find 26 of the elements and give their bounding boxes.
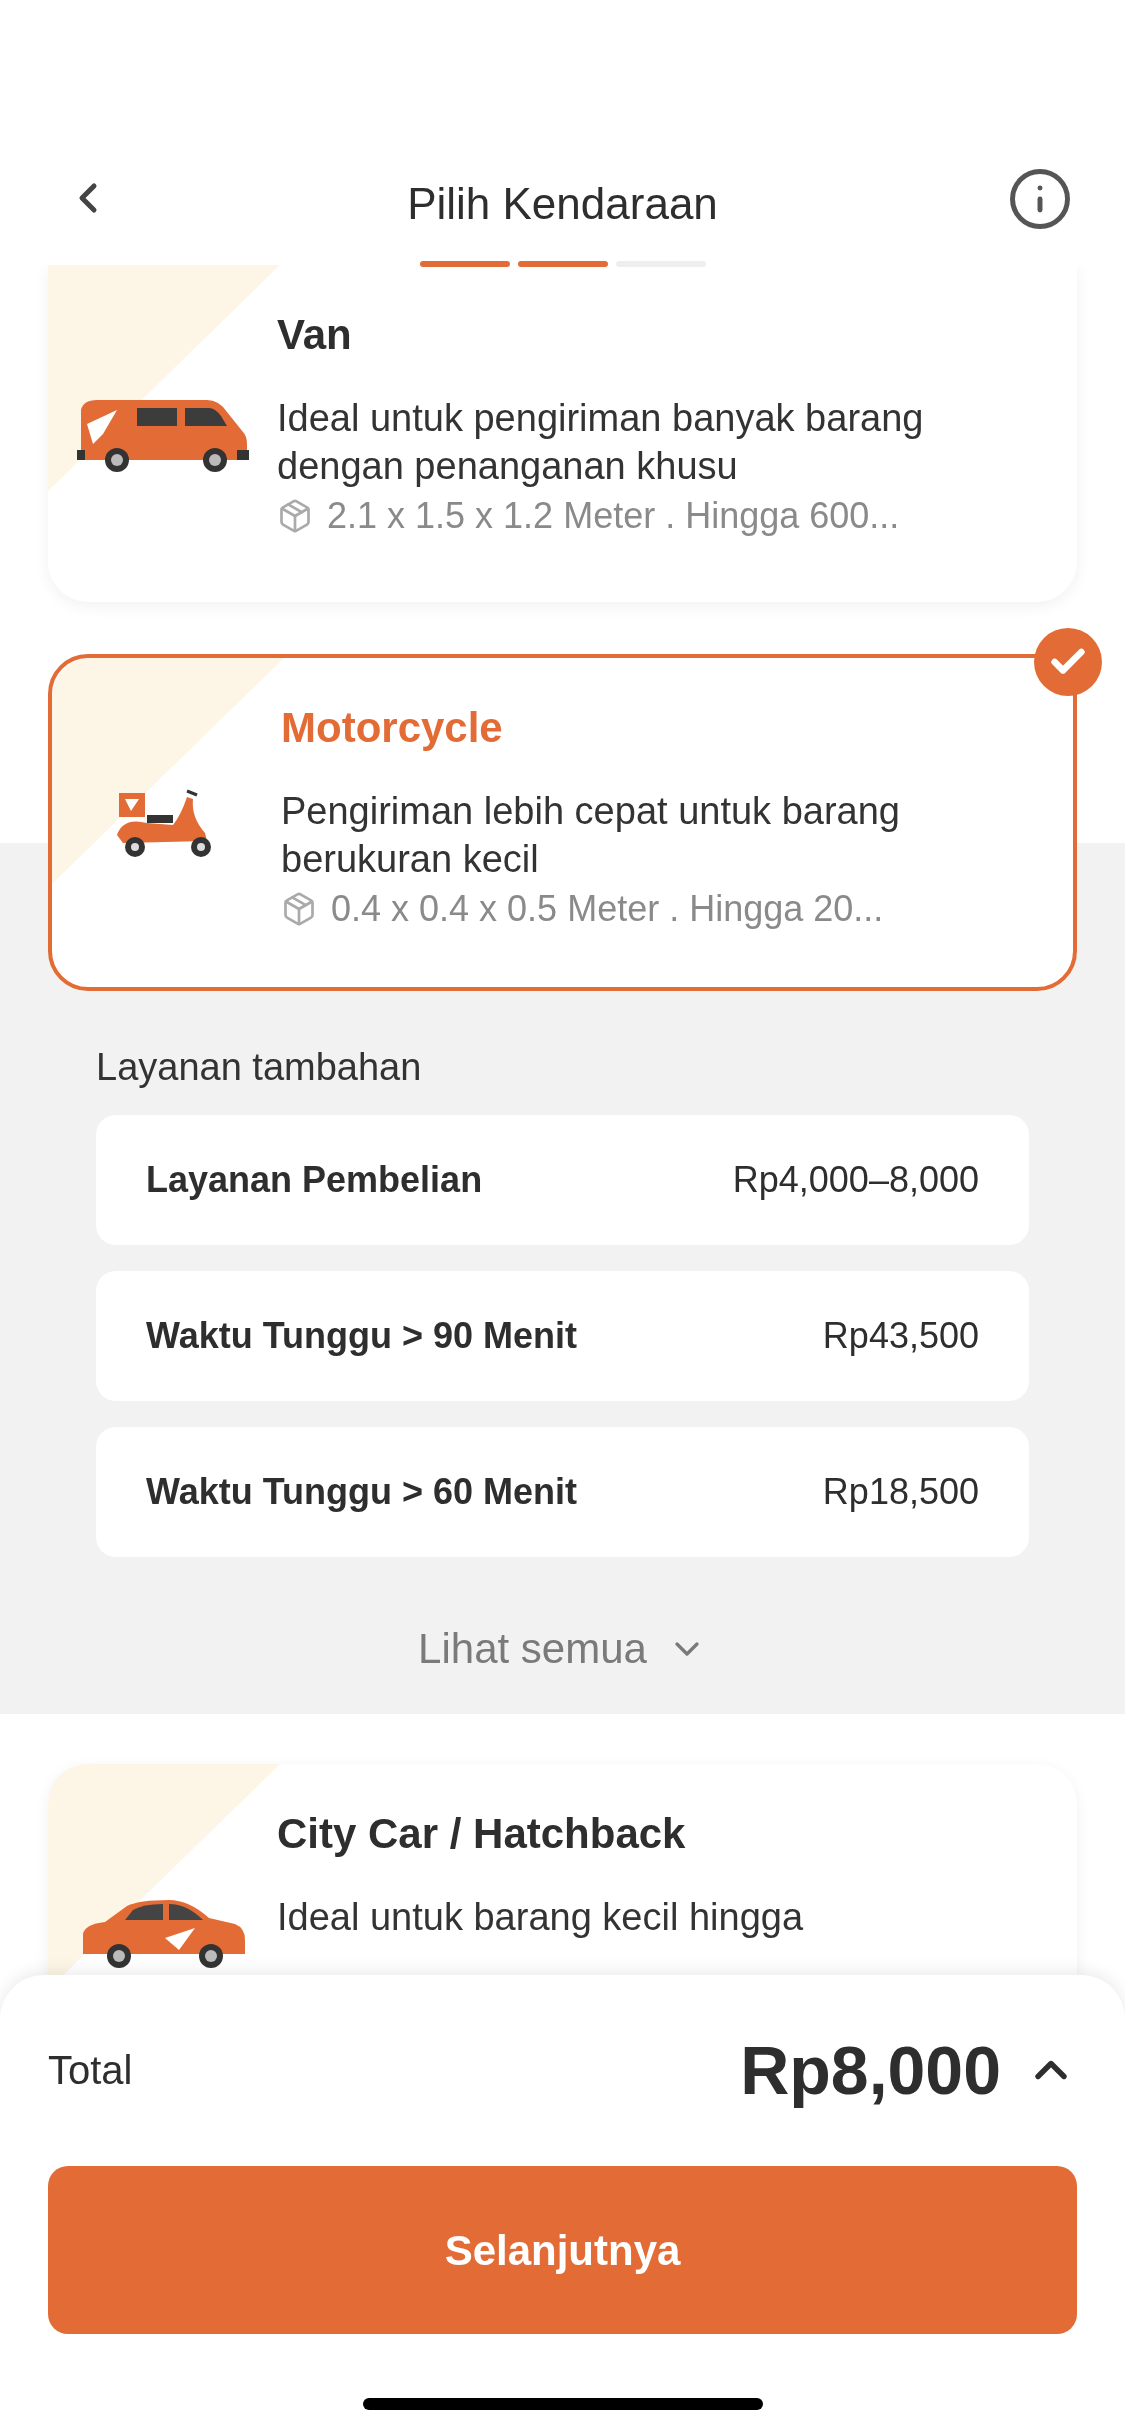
vehicle-description: Ideal untuk barang kecil hingga bbox=[277, 1895, 805, 1940]
addon-price: Rp4,000–8,000 bbox=[732, 1158, 979, 1202]
vehicle-description: Pengiriman lebih cepat untuk barang berukuran kecil bbox=[281, 789, 901, 882]
box-icon bbox=[281, 891, 317, 927]
see-all-link[interactable]: Lihat semua bbox=[418, 1623, 707, 1675]
addon-row[interactable]: Layanan Pembelian Rp4,000–8,000 bbox=[96, 1115, 1029, 1245]
vehicle-name: Motorcycle bbox=[281, 703, 504, 753]
info-icon bbox=[1007, 166, 1073, 232]
box-icon bbox=[277, 498, 313, 534]
vehicle-specs: 0.4 x 0.4 x 0.5 Meter . Hingga 20... bbox=[331, 887, 884, 931]
vehicle-description: Ideal untuk pengiriman banyak barang dengan penanganan khusu bbox=[277, 396, 925, 489]
addon-name: Waktu Tunggu > 60 Menit bbox=[146, 1470, 577, 1514]
section-title: Layanan tambahan bbox=[96, 1045, 423, 1090]
addon-name: Layanan Pembelian bbox=[146, 1158, 483, 1202]
addon-row[interactable]: Waktu Tunggu > 60 Menit Rp18,500 bbox=[96, 1427, 1029, 1557]
vehicle-card[interactable]: Motorcycle Pengiriman lebih cepat untuk barang berukuran kecil 0.4 x 0.4 x 0.5 Meter . Hingga 20... bbox=[48, 654, 1077, 991]
addon-row[interactable]: Waktu Tunggu > 90 Menit Rp43,500 bbox=[96, 1271, 1029, 1401]
addon-price: Rp18,500 bbox=[822, 1470, 979, 1514]
vehicle-specs: 2.1 x 1.5 x 1.2 Meter . Hingga 600... bbox=[327, 494, 900, 538]
total-label: Total bbox=[48, 2047, 133, 2094]
page-title: Pilih Kendaraan bbox=[407, 178, 718, 230]
vehicle-name: Van bbox=[277, 310, 353, 360]
vehicle-card[interactable]: Van Ideal untuk pengiriman banyak barang dengan penanganan khusu 2.1 x 1.5 x 1.2 Meter . Hingga 600... bbox=[48, 265, 1077, 602]
addon-name: Waktu Tunggu > 90 Menit bbox=[146, 1314, 577, 1358]
vehicle-name: City Car / Hatchback bbox=[277, 1809, 687, 1859]
addon-price: Rp43,500 bbox=[822, 1314, 979, 1358]
